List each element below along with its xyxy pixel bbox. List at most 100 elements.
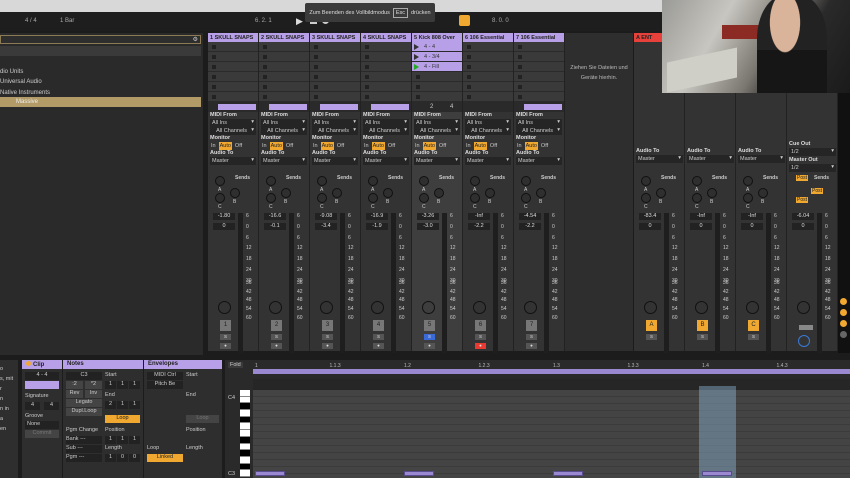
midi-from-select[interactable]: All Ins (312, 119, 358, 127)
midi-note[interactable] (702, 471, 732, 476)
monitor-auto[interactable]: Auto (269, 142, 283, 150)
fold-button[interactable]: Fold (228, 362, 243, 368)
transpose-key[interactable]: C3 (66, 372, 102, 380)
pan-value[interactable]: 0 (741, 223, 763, 230)
audio-to-select[interactable]: Master (516, 157, 562, 165)
stop-button-icon[interactable] (467, 95, 471, 99)
audio-to-select[interactable]: Master (414, 157, 460, 165)
stop-button-icon[interactable] (365, 95, 369, 99)
control-chooser[interactable]: Pitch Be (147, 381, 183, 389)
arm-button[interactable]: ● (373, 343, 384, 349)
send-knob[interactable] (758, 188, 768, 198)
send-knob[interactable] (536, 188, 546, 198)
track-header[interactable]: 6 106 Essential (463, 33, 513, 42)
pan-value[interactable]: -2.2 (519, 223, 541, 230)
send-knob[interactable] (317, 193, 327, 203)
browser-item[interactable]: dio Units (0, 69, 23, 75)
send-knob[interactable] (281, 188, 291, 198)
stop-button-icon[interactable] (518, 55, 522, 59)
piano-key[interactable] (240, 403, 250, 411)
level-meter[interactable] (817, 213, 822, 353)
stop-button-icon[interactable] (314, 95, 318, 99)
volume-value[interactable]: -1.80 (213, 213, 235, 220)
track-header[interactable]: 7 106 Essential (514, 33, 564, 42)
play-button[interactable]: ▶ (296, 16, 303, 27)
clip-slot[interactable] (259, 82, 309, 92)
quantize-menu[interactable]: 1 Bar (60, 18, 74, 24)
send-knob[interactable] (317, 176, 327, 186)
stop-button-icon[interactable] (212, 85, 216, 89)
solo-button[interactable]: S (748, 334, 759, 340)
pan-value[interactable]: -1.9 (366, 223, 388, 230)
pan-value[interactable]: 0 (792, 223, 814, 230)
clip-slot[interactable] (514, 92, 564, 102)
track-activator-button[interactable]: A (646, 320, 657, 331)
send-knob[interactable] (230, 188, 240, 198)
audio-to-select[interactable]: Master (210, 157, 256, 165)
clip-slot[interactable] (208, 82, 258, 92)
track-header[interactable]: 2 SKULL SNAPS (259, 33, 309, 42)
post-toggle[interactable]: Post (796, 175, 809, 181)
clip-slot[interactable] (259, 42, 309, 52)
sig-denominator[interactable]: 4 (44, 402, 59, 410)
track-activator-button[interactable]: 6 (475, 320, 486, 331)
position-field[interactable]: 1 (105, 454, 116, 462)
position-field[interactable]: 1 (117, 401, 128, 409)
monitor-auto[interactable]: Auto (524, 142, 538, 150)
clip-slot[interactable] (463, 82, 513, 92)
solo-button[interactable]: S (220, 334, 231, 340)
clip-slot[interactable] (208, 52, 258, 62)
toggle-icon[interactable] (840, 298, 847, 305)
level-meter[interactable] (664, 213, 669, 353)
monitor-auto[interactable]: Auto (473, 142, 487, 150)
piano-key[interactable] (240, 416, 250, 424)
position-field[interactable]: 1 (129, 401, 140, 409)
clip-slot-clip[interactable]: 4 - 4 (412, 42, 462, 52)
master-out-select[interactable]: 1/2 (789, 164, 836, 172)
stop-button-icon[interactable] (263, 45, 267, 49)
volume-value[interactable]: -83.4 (639, 213, 661, 220)
clip-slot[interactable] (259, 52, 309, 62)
volume-value[interactable]: -16.9 (366, 213, 388, 220)
crossfader-icon[interactable] (799, 325, 813, 330)
clip-slot-clip[interactable]: 4 - 3/4 (412, 52, 462, 62)
clip-slot[interactable] (412, 72, 462, 82)
pan-value[interactable]: -3.0 (417, 223, 439, 230)
monitor-off[interactable]: Off (234, 142, 243, 150)
browser-item-selected[interactable]: Massive (0, 97, 201, 107)
stop-button-icon[interactable] (212, 95, 216, 99)
clip-slot[interactable] (208, 62, 258, 72)
send-knob[interactable] (470, 176, 480, 186)
solo-button[interactable]: S (373, 334, 384, 340)
monitor-auto[interactable]: Auto (218, 142, 232, 150)
level-meter[interactable] (493, 213, 498, 353)
bank-field[interactable]: Bank --- (66, 436, 102, 444)
groove-select[interactable]: None (25, 421, 59, 429)
monitor-auto[interactable]: Auto (371, 142, 385, 150)
sig-numerator[interactable]: 4 (25, 402, 40, 410)
monitor-off[interactable]: Off (285, 142, 294, 150)
piano-key[interactable] (240, 456, 250, 464)
send-knob[interactable] (521, 193, 531, 203)
piano-key[interactable] (240, 443, 250, 451)
clip-slot[interactable] (361, 82, 411, 92)
solo-button[interactable]: S (475, 334, 486, 340)
legato-button[interactable]: Legato (66, 399, 102, 407)
clip-slot[interactable] (259, 92, 309, 102)
piano-key[interactable] (240, 463, 250, 471)
pan-knob[interactable] (269, 301, 282, 314)
toggle-icon[interactable] (840, 331, 847, 338)
double-button[interactable]: *2 (85, 381, 102, 389)
piano-key[interactable] (240, 430, 250, 437)
stop-button-icon[interactable] (365, 75, 369, 79)
audio-to-select[interactable]: Master (261, 157, 307, 165)
track-activator-button[interactable]: 2 (271, 320, 282, 331)
level-meter[interactable] (340, 213, 345, 353)
stop-button-icon[interactable] (416, 85, 420, 89)
clip-slot[interactable] (310, 92, 360, 102)
send-knob[interactable] (692, 176, 702, 186)
pan-knob[interactable] (422, 301, 435, 314)
midi-note[interactable] (404, 471, 434, 476)
midi-from-select[interactable]: All Ins (516, 119, 562, 127)
piano-key[interactable] (240, 396, 250, 404)
